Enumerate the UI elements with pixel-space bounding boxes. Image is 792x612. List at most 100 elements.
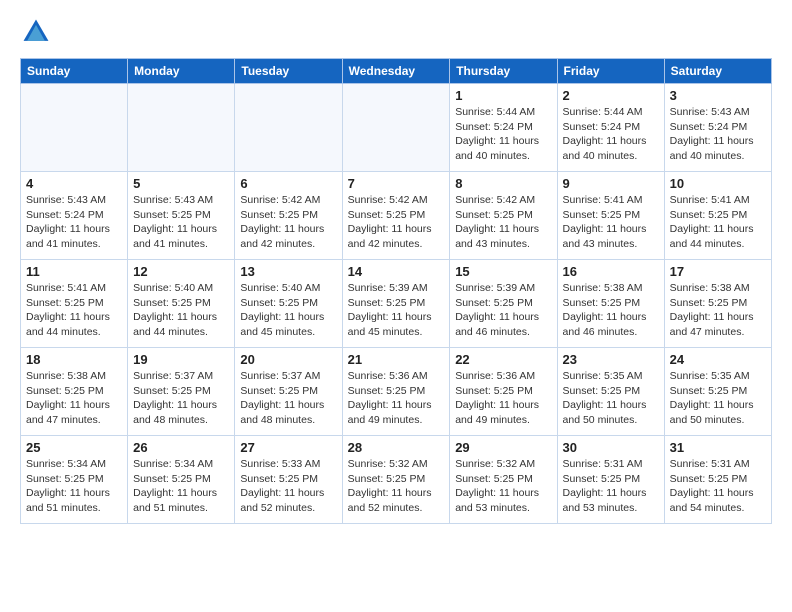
weekday-header-wednesday: Wednesday bbox=[342, 59, 450, 84]
day-info: Sunrise: 5:41 AM Sunset: 5:25 PM Dayligh… bbox=[670, 193, 766, 252]
weekday-header-saturday: Saturday bbox=[664, 59, 771, 84]
calendar-body: 1 Sunrise: 5:44 AM Sunset: 5:24 PM Daylig… bbox=[21, 84, 772, 524]
day-number: 5 bbox=[133, 176, 229, 191]
calendar-cell: 4 Sunrise: 5:43 AM Sunset: 5:24 PM Daylig… bbox=[21, 172, 128, 260]
calendar-cell: 15 Sunrise: 5:39 AM Sunset: 5:25 PM Dayli… bbox=[450, 260, 557, 348]
week-row-2: 4 Sunrise: 5:43 AM Sunset: 5:24 PM Daylig… bbox=[21, 172, 772, 260]
day-number: 8 bbox=[455, 176, 551, 191]
weekday-header-monday: Monday bbox=[128, 59, 235, 84]
day-info: Sunrise: 5:40 AM Sunset: 5:25 PM Dayligh… bbox=[240, 281, 336, 340]
day-info: Sunrise: 5:31 AM Sunset: 5:25 PM Dayligh… bbox=[563, 457, 659, 516]
calendar-cell: 13 Sunrise: 5:40 AM Sunset: 5:25 PM Dayli… bbox=[235, 260, 342, 348]
calendar-cell: 17 Sunrise: 5:38 AM Sunset: 5:25 PM Dayli… bbox=[664, 260, 771, 348]
day-number: 10 bbox=[670, 176, 766, 191]
calendar: SundayMondayTuesdayWednesdayThursdayFrid… bbox=[20, 58, 772, 524]
day-info: Sunrise: 5:43 AM Sunset: 5:24 PM Dayligh… bbox=[26, 193, 122, 252]
calendar-cell: 18 Sunrise: 5:38 AM Sunset: 5:25 PM Dayli… bbox=[21, 348, 128, 436]
day-number: 13 bbox=[240, 264, 336, 279]
day-info: Sunrise: 5:35 AM Sunset: 5:25 PM Dayligh… bbox=[670, 369, 766, 428]
day-info: Sunrise: 5:42 AM Sunset: 5:25 PM Dayligh… bbox=[455, 193, 551, 252]
logo-icon bbox=[20, 16, 52, 48]
calendar-cell bbox=[21, 84, 128, 172]
day-number: 26 bbox=[133, 440, 229, 455]
day-number: 29 bbox=[455, 440, 551, 455]
day-number: 23 bbox=[563, 352, 659, 367]
week-row-1: 1 Sunrise: 5:44 AM Sunset: 5:24 PM Daylig… bbox=[21, 84, 772, 172]
day-info: Sunrise: 5:39 AM Sunset: 5:25 PM Dayligh… bbox=[455, 281, 551, 340]
header bbox=[20, 16, 772, 48]
calendar-cell: 25 Sunrise: 5:34 AM Sunset: 5:25 PM Dayli… bbox=[21, 436, 128, 524]
calendar-cell: 16Sunrise: 5:38 AM Sunset: 5:25 PM Dayli… bbox=[557, 260, 664, 348]
day-info: Sunrise: 5:35 AM Sunset: 5:25 PM Dayligh… bbox=[563, 369, 659, 428]
day-number: 28 bbox=[348, 440, 445, 455]
calendar-cell: 26Sunrise: 5:34 AM Sunset: 5:25 PM Dayli… bbox=[128, 436, 235, 524]
day-number: 12 bbox=[133, 264, 229, 279]
day-info: Sunrise: 5:39 AM Sunset: 5:25 PM Dayligh… bbox=[348, 281, 445, 340]
calendar-cell: 11Sunrise: 5:41 AM Sunset: 5:25 PM Dayli… bbox=[21, 260, 128, 348]
page: SundayMondayTuesdayWednesdayThursdayFrid… bbox=[0, 0, 792, 612]
day-number: 4 bbox=[26, 176, 122, 191]
day-info: Sunrise: 5:38 AM Sunset: 5:25 PM Dayligh… bbox=[26, 369, 122, 428]
day-info: Sunrise: 5:31 AM Sunset: 5:25 PM Dayligh… bbox=[670, 457, 766, 516]
day-info: Sunrise: 5:41 AM Sunset: 5:25 PM Dayligh… bbox=[563, 193, 659, 252]
week-row-5: 25 Sunrise: 5:34 AM Sunset: 5:25 PM Dayli… bbox=[21, 436, 772, 524]
calendar-cell: 28 Sunrise: 5:32 AM Sunset: 5:25 PM Dayli… bbox=[342, 436, 450, 524]
day-number: 2 bbox=[563, 88, 659, 103]
weekday-header-row: SundayMondayTuesdayWednesdayThursdayFrid… bbox=[21, 59, 772, 84]
day-number: 7 bbox=[348, 176, 445, 191]
weekday-header-thursday: Thursday bbox=[450, 59, 557, 84]
day-number: 6 bbox=[240, 176, 336, 191]
day-info: Sunrise: 5:34 AM Sunset: 5:25 PM Dayligh… bbox=[26, 457, 122, 516]
day-number: 21 bbox=[348, 352, 445, 367]
day-info: Sunrise: 5:44 AM Sunset: 5:24 PM Dayligh… bbox=[563, 105, 659, 164]
day-number: 30 bbox=[563, 440, 659, 455]
day-info: Sunrise: 5:42 AM Sunset: 5:25 PM Dayligh… bbox=[240, 193, 336, 252]
day-number: 24 bbox=[670, 352, 766, 367]
calendar-cell: 19Sunrise: 5:37 AM Sunset: 5:25 PM Dayli… bbox=[128, 348, 235, 436]
calendar-cell: 1 Sunrise: 5:44 AM Sunset: 5:24 PM Daylig… bbox=[450, 84, 557, 172]
day-info: Sunrise: 5:44 AM Sunset: 5:24 PM Dayligh… bbox=[455, 105, 551, 164]
day-info: Sunrise: 5:40 AM Sunset: 5:25 PM Dayligh… bbox=[133, 281, 229, 340]
day-info: Sunrise: 5:32 AM Sunset: 5:25 PM Dayligh… bbox=[348, 457, 445, 516]
calendar-cell: 9 Sunrise: 5:41 AM Sunset: 5:25 PM Daylig… bbox=[557, 172, 664, 260]
calendar-cell: 14Sunrise: 5:39 AM Sunset: 5:25 PM Dayli… bbox=[342, 260, 450, 348]
day-number: 1 bbox=[455, 88, 551, 103]
calendar-cell: 12 Sunrise: 5:40 AM Sunset: 5:25 PM Dayli… bbox=[128, 260, 235, 348]
day-info: Sunrise: 5:41 AM Sunset: 5:25 PM Dayligh… bbox=[26, 281, 122, 340]
week-row-3: 11Sunrise: 5:41 AM Sunset: 5:25 PM Dayli… bbox=[21, 260, 772, 348]
day-info: Sunrise: 5:38 AM Sunset: 5:25 PM Dayligh… bbox=[563, 281, 659, 340]
day-number: 17 bbox=[670, 264, 766, 279]
calendar-cell: 27 Sunrise: 5:33 AM Sunset: 5:25 PM Dayli… bbox=[235, 436, 342, 524]
logo bbox=[20, 16, 58, 48]
day-info: Sunrise: 5:37 AM Sunset: 5:25 PM Dayligh… bbox=[240, 369, 336, 428]
day-info: Sunrise: 5:38 AM Sunset: 5:25 PM Dayligh… bbox=[670, 281, 766, 340]
day-info: Sunrise: 5:36 AM Sunset: 5:25 PM Dayligh… bbox=[348, 369, 445, 428]
day-number: 25 bbox=[26, 440, 122, 455]
calendar-cell: 20 Sunrise: 5:37 AM Sunset: 5:25 PM Dayli… bbox=[235, 348, 342, 436]
day-number: 27 bbox=[240, 440, 336, 455]
day-info: Sunrise: 5:36 AM Sunset: 5:25 PM Dayligh… bbox=[455, 369, 551, 428]
day-info: Sunrise: 5:43 AM Sunset: 5:25 PM Dayligh… bbox=[133, 193, 229, 252]
calendar-cell: 2 Sunrise: 5:44 AM Sunset: 5:24 PM Daylig… bbox=[557, 84, 664, 172]
calendar-cell: 8 Sunrise: 5:42 AM Sunset: 5:25 PM Daylig… bbox=[450, 172, 557, 260]
day-number: 19 bbox=[133, 352, 229, 367]
day-number: 15 bbox=[455, 264, 551, 279]
day-number: 20 bbox=[240, 352, 336, 367]
calendar-cell: 30 Sunrise: 5:31 AM Sunset: 5:25 PM Dayli… bbox=[557, 436, 664, 524]
calendar-cell: 29 Sunrise: 5:32 AM Sunset: 5:25 PM Dayli… bbox=[450, 436, 557, 524]
week-row-4: 18 Sunrise: 5:38 AM Sunset: 5:25 PM Dayli… bbox=[21, 348, 772, 436]
calendar-cell: 23 Sunrise: 5:35 AM Sunset: 5:25 PM Dayli… bbox=[557, 348, 664, 436]
calendar-cell: 7Sunrise: 5:42 AM Sunset: 5:25 PM Daylig… bbox=[342, 172, 450, 260]
day-info: Sunrise: 5:33 AM Sunset: 5:25 PM Dayligh… bbox=[240, 457, 336, 516]
day-info: Sunrise: 5:32 AM Sunset: 5:25 PM Dayligh… bbox=[455, 457, 551, 516]
calendar-header: SundayMondayTuesdayWednesdayThursdayFrid… bbox=[21, 59, 772, 84]
calendar-cell bbox=[342, 84, 450, 172]
calendar-cell: 3Sunrise: 5:43 AM Sunset: 5:24 PM Daylig… bbox=[664, 84, 771, 172]
day-number: 18 bbox=[26, 352, 122, 367]
calendar-cell bbox=[235, 84, 342, 172]
weekday-header-sunday: Sunday bbox=[21, 59, 128, 84]
calendar-cell: 6 Sunrise: 5:42 AM Sunset: 5:25 PM Daylig… bbox=[235, 172, 342, 260]
day-number: 31 bbox=[670, 440, 766, 455]
day-number: 9 bbox=[563, 176, 659, 191]
calendar-cell: 24 Sunrise: 5:35 AM Sunset: 5:25 PM Dayli… bbox=[664, 348, 771, 436]
